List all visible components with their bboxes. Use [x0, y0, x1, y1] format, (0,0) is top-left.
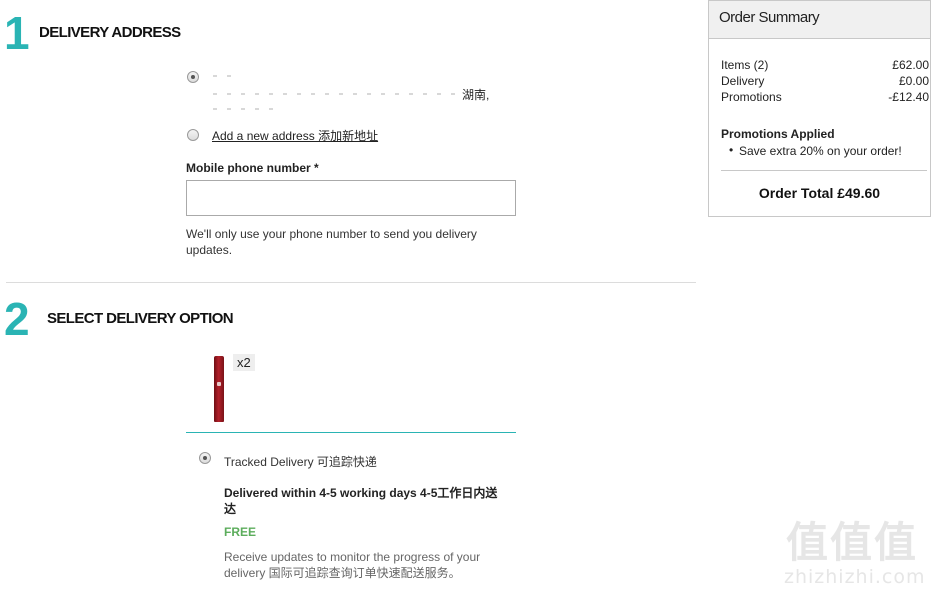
- address-blur-line-1: [213, 75, 233, 77]
- section-divider: [6, 282, 696, 283]
- order-summary-title: Order Summary: [719, 9, 820, 26]
- address-fragment: 湖南,: [462, 88, 490, 102]
- phone-help-text: We'll only use your phone number to send…: [186, 227, 477, 257]
- promotions-applied-heading: Promotions Applied: [721, 127, 835, 141]
- address-blur-line-2: [213, 93, 458, 95]
- order-summary-header: Order Summary: [709, 1, 930, 39]
- delivery-description: Receive updates to monitor the progress …: [224, 550, 481, 580]
- delivery-option-name: Tracked Delivery 可追踪快递: [224, 455, 377, 469]
- existing-address-radio[interactable]: [187, 71, 199, 83]
- order-summary-panel: Order Summary Items (2) £62.00 Delivery …: [708, 0, 931, 217]
- product-image: [214, 356, 224, 422]
- summary-row-value: -£12.40: [888, 90, 929, 104]
- product-divider: [186, 432, 516, 433]
- watermark-site: zhizhizhi.com: [784, 566, 926, 588]
- step-2-number: 2: [4, 293, 30, 345]
- step-1-number: 1: [4, 7, 30, 59]
- order-total: Order Total £49.60: [758, 185, 881, 201]
- summary-row-label: Promotions: [721, 90, 782, 104]
- delivery-price: FREE: [224, 525, 257, 539]
- address-blur-line-3: [213, 108, 283, 110]
- summary-row-promotions: Promotions -£12.40: [721, 90, 929, 104]
- total-divider: [721, 170, 927, 171]
- summary-row-label: Items (2): [721, 58, 769, 72]
- delivery-timing: Delivered within 4-5 working days 4-5工作日…: [224, 486, 498, 516]
- watermark-logo: 值值值: [786, 518, 919, 567]
- promotion-text: Save extra 20% on your order!: [739, 144, 902, 158]
- summary-row-value: £0.00: [898, 74, 929, 88]
- quantity-badge: x2: [233, 354, 255, 371]
- delivery-option-heading: SELECT DELIVERY OPTION: [47, 310, 234, 327]
- add-new-address-link[interactable]: Add a new address 添加新地址: [212, 127, 378, 144]
- add-address-radio[interactable]: [187, 129, 199, 141]
- summary-row-value: £62.00: [892, 58, 929, 72]
- delivery-address-heading: DELIVERY ADDRESS: [39, 24, 181, 41]
- mobile-phone-input[interactable]: [186, 180, 516, 216]
- summary-row-delivery: Delivery £0.00: [721, 74, 929, 88]
- tracked-delivery-radio[interactable]: [199, 452, 211, 464]
- summary-row-label: Delivery: [721, 74, 765, 88]
- phone-label: Mobile phone number *: [186, 161, 319, 175]
- bullet-icon: •: [729, 143, 734, 157]
- summary-row-items: Items (2) £62.00: [721, 58, 929, 72]
